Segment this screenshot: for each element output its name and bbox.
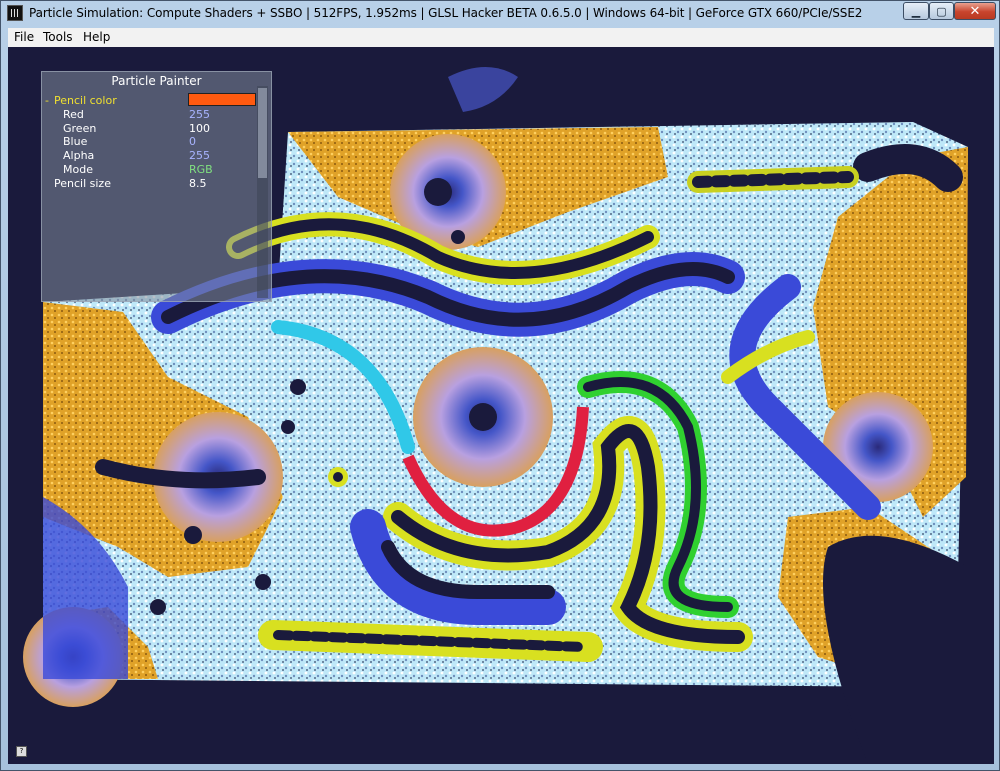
pencil-size-value[interactable]: 8.5 <box>189 177 207 190</box>
minimize-button[interactable]: ▁ <box>903 2 929 20</box>
close-button[interactable]: ✕ <box>954 2 996 20</box>
app-window: Particle Simulation: Compute Shaders + S… <box>0 0 1000 771</box>
property-value[interactable]: 255 <box>189 149 210 162</box>
maximize-button[interactable]: ▢ <box>929 2 954 20</box>
property-row-red[interactable]: Red 255 <box>42 108 257 121</box>
property-value[interactable]: 255 <box>189 108 210 121</box>
app-icon[interactable] <box>7 5 23 21</box>
help-status-icon[interactable]: ? <box>16 746 27 757</box>
particle-canvas[interactable]: Particle Painter - Pencil color Red 255 … <box>8 47 994 764</box>
pencil-color-row[interactable]: - Pencil color <box>42 93 257 107</box>
property-value[interactable]: RGB <box>189 163 213 176</box>
menu-help[interactable]: Help <box>83 30 110 44</box>
panel-scrollbar[interactable] <box>257 86 268 298</box>
menu-file[interactable]: File <box>14 30 34 44</box>
menu-bar: File Tools Help <box>8 28 994 48</box>
panel-title: Particle Painter <box>111 74 202 88</box>
property-label: Alpha <box>63 149 95 162</box>
scrollbar-thumb[interactable] <box>258 88 267 178</box>
property-row-green[interactable]: Green 100 <box>42 122 257 135</box>
particle-painter-panel: Particle Painter - Pencil color Red 255 … <box>41 71 272 302</box>
pencil-color-swatch[interactable] <box>188 93 256 106</box>
property-value[interactable]: 100 <box>189 122 210 135</box>
pencil-size-row[interactable]: Pencil size 8.5 <box>42 177 257 190</box>
property-value[interactable]: 0 <box>189 135 196 148</box>
title-bar[interactable]: Particle Simulation: Compute Shaders + S… <box>1 1 999 28</box>
property-row-blue[interactable]: Blue 0 <box>42 135 257 148</box>
menu-tools[interactable]: Tools <box>43 30 73 44</box>
pencil-color-label: Pencil color <box>54 94 117 107</box>
property-label: Green <box>63 122 97 135</box>
window-title: Particle Simulation: Compute Shaders + S… <box>29 6 863 20</box>
property-label: Red <box>63 108 84 121</box>
property-label: Blue <box>63 135 88 148</box>
property-row-alpha[interactable]: Alpha 255 <box>42 149 257 162</box>
property-row-mode[interactable]: Mode RGB <box>42 163 257 176</box>
pencil-size-label: Pencil size <box>54 177 111 190</box>
collapse-toggle-icon[interactable]: - <box>45 94 49 107</box>
property-label: Mode <box>63 163 93 176</box>
